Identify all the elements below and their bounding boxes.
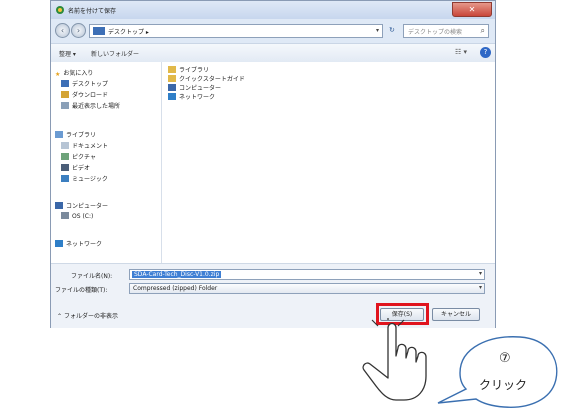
videos-icon — [61, 164, 69, 171]
library-icon — [55, 131, 63, 138]
nav-computer-header[interactable]: コンピューター — [55, 201, 108, 210]
nav-item-downloads[interactable]: ダウンロード — [61, 90, 108, 99]
nav-item-desktop[interactable]: デスクトップ — [61, 79, 108, 88]
filetype-value: Compressed (zipped) Folder — [133, 285, 218, 292]
file-list: ライブラリ クイックスタートガイド コンピューター ネットワーク — [162, 62, 495, 263]
list-item[interactable]: ネットワーク — [168, 92, 215, 101]
computer-icon — [55, 202, 63, 209]
window-title: 名前を付けて保存 — [68, 8, 117, 15]
pointing-hand-icon — [362, 318, 427, 401]
organize-button[interactable]: 整理 ▾ — [59, 49, 76, 58]
list-item[interactable]: ライブラリ — [168, 65, 209, 74]
title-bar: 名前を付けて保存 ✕ — [51, 1, 495, 19]
nav-item-music[interactable]: ミュージック — [61, 174, 108, 183]
nav-item-pictures[interactable]: ピクチャ — [61, 152, 96, 161]
folder-icon — [168, 75, 176, 82]
nav-libraries-header[interactable]: ライブラリ — [55, 130, 96, 139]
recent-places-icon — [61, 102, 69, 109]
filetype-label: ファイルの種類(T): — [55, 287, 108, 294]
desktop-folder-icon — [93, 27, 105, 35]
address-row: ‹ › デスクトップ ▸ ▾ ↻ デスクトップの検索 ⌕ — [51, 19, 495, 43]
help-icon[interactable]: ? — [480, 47, 491, 58]
filename-label: ファイル名(N): — [71, 273, 113, 280]
back-arrow-icon[interactable]: ‹ — [55, 23, 70, 38]
search-icon[interactable]: ⌕ — [481, 26, 485, 36]
list-item[interactable]: クイックスタートガイド — [168, 74, 245, 83]
nav-network-header[interactable]: ネットワーク — [55, 239, 102, 248]
network-icon — [168, 93, 176, 100]
computer-icon — [168, 84, 176, 91]
network-icon — [55, 240, 63, 247]
command-bar: 整理 ▾ 新しいフォルダー ☷ ▾ ? — [51, 43, 495, 63]
documents-icon — [61, 142, 69, 149]
step-number: ⑦ — [499, 351, 511, 366]
navigation-pane: ★ お気に入り デスクトップ ダウンロード 最近表示した場所 ライブラリ ドキュメ… — [51, 62, 162, 263]
star-icon: ★ — [55, 71, 61, 78]
new-folder-button[interactable]: 新しいフォルダー — [91, 49, 139, 58]
forward-arrow-icon[interactable]: › — [71, 23, 86, 38]
close-button[interactable]: ✕ — [452, 2, 492, 17]
app-icon — [56, 6, 64, 14]
music-icon — [61, 175, 69, 182]
list-item[interactable]: コンピューター — [168, 83, 221, 92]
drive-icon — [61, 212, 69, 219]
filetype-select[interactable]: Compressed (zipped) Folder ▾ — [129, 283, 485, 294]
search-placeholder: デスクトップの検索 — [408, 29, 463, 36]
search-input[interactable]: デスクトップの検索 ⌕ — [403, 24, 489, 38]
filename-value: SDA-Card-Tech_Disc-V1.0.zip — [132, 271, 222, 278]
save-as-dialog: 名前を付けて保存 ✕ ‹ › デスクトップ ▸ ▾ ↻ デスクトップの検索 ⌕ … — [50, 0, 496, 328]
chevron-down-icon[interactable]: ▾ — [479, 270, 482, 277]
pictures-icon — [61, 153, 69, 160]
desktop-icon — [61, 80, 69, 87]
nav-item-videos[interactable]: ビデオ — [61, 163, 90, 172]
address-bar[interactable]: デスクトップ ▸ ▾ — [89, 24, 383, 38]
nav-item-recent[interactable]: 最近表示した場所 — [61, 101, 120, 110]
hide-folders-toggle[interactable]: ⌃ フォルダーの非表示 — [57, 311, 118, 320]
view-options-icon[interactable]: ☷ ▾ — [455, 48, 467, 56]
step-label: クリック — [479, 378, 528, 392]
chevron-down-icon[interactable]: ▾ — [479, 284, 482, 291]
filename-field[interactable]: SDA-Card-Tech_Disc-V1.0.zip ▾ — [129, 269, 485, 280]
callout-bubble — [437, 336, 558, 408]
nav-item-c-drive[interactable]: OS (C:) — [61, 212, 93, 220]
address-path: デスクトップ ▸ — [108, 29, 149, 36]
nav-favorites-header[interactable]: ★ お気に入り — [55, 68, 93, 78]
nav-item-documents[interactable]: ドキュメント — [61, 141, 108, 150]
cancel-button[interactable]: キャンセル — [432, 308, 480, 321]
library-icon — [168, 66, 176, 73]
refresh-icon[interactable]: ↻ — [389, 26, 395, 34]
download-icon — [61, 91, 69, 98]
chevron-down-icon[interactable]: ▾ — [376, 27, 379, 34]
